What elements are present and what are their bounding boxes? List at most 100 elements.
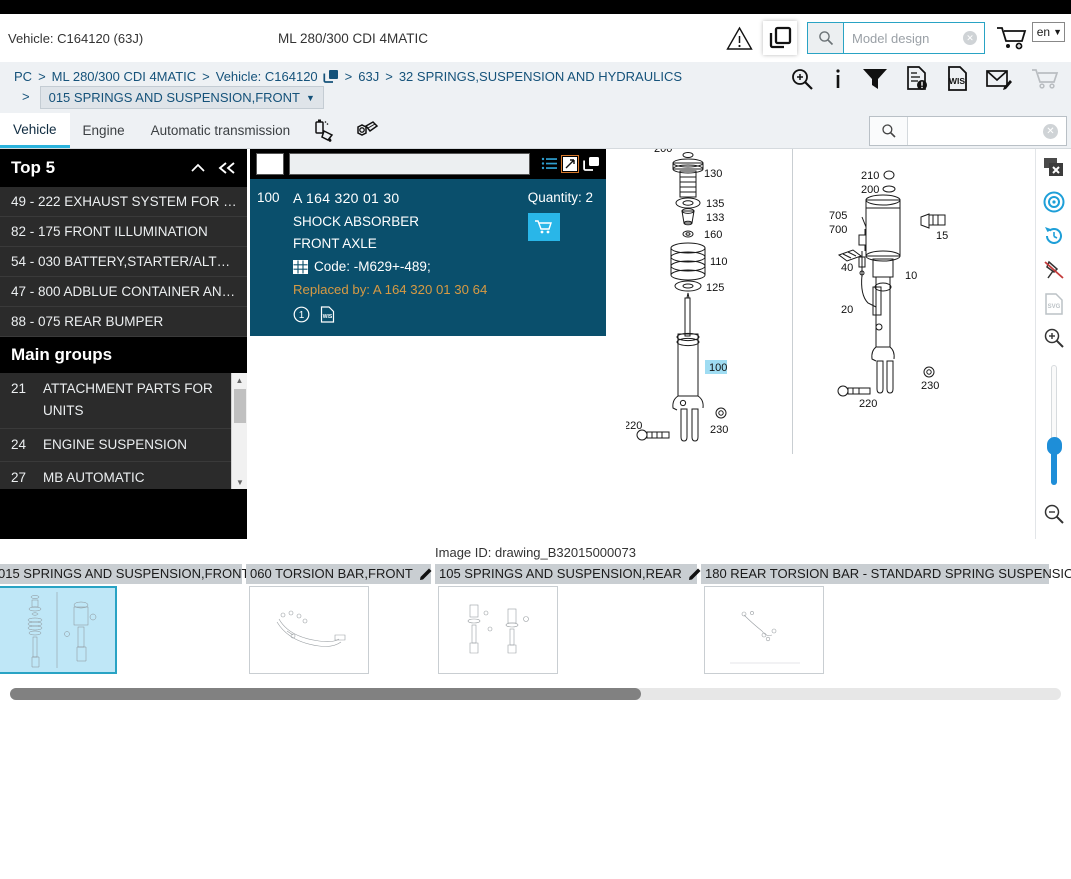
drawing-label-135: 135 [706, 198, 724, 210]
thumbnail-title-bar[interactable]: 105 SPRINGS AND SUSPENSION,REAR [435, 564, 701, 584]
thumbnail-title-bar[interactable]: 180 REAR TORSION BAR - STANDARD SPRING S… [701, 564, 1071, 584]
model-design-placeholder: Model design [852, 30, 930, 46]
list-item[interactable]: 82 - 175 FRONT ILLUMINATION [0, 217, 247, 247]
drawing-label-100: 100 [709, 362, 727, 374]
part-add-to-cart-button[interactable] [527, 213, 560, 241]
wis-document-icon[interactable]: WIS [946, 66, 968, 91]
group-number: 27 [11, 469, 27, 485]
thumbnail-image[interactable] [0, 586, 117, 674]
breadcrumb-item-4[interactable]: 32 SPRINGS,SUSPENSION AND HYDRAULICS [399, 69, 682, 84]
breadcrumb-item-3[interactable]: 63J [358, 69, 379, 84]
double-chevron-left-icon[interactable] [217, 161, 237, 175]
svg-text:SVG: SVG [1047, 304, 1060, 310]
part-detail-toolbar [250, 149, 606, 179]
thumbnail-item[interactable]: 180 REAR TORSION BAR - STANDARD SPRING S… [701, 564, 1071, 674]
clear-icon[interactable]: ✕ [963, 31, 977, 45]
wis-document-icon[interactable]: WIS [320, 306, 335, 323]
copy-icon[interactable] [763, 21, 797, 55]
thumbnail-title-bar[interactable]: 015 SPRINGS AND SUSPENSION,FRONT [0, 564, 268, 584]
edit-pencil-icon[interactable] [688, 567, 702, 581]
document-alert-icon[interactable] [906, 66, 928, 91]
unpin-icon[interactable] [1043, 259, 1065, 281]
breadcrumb-item-0[interactable]: PC [14, 69, 32, 84]
language-selector[interactable]: en ▼ [1031, 22, 1065, 42]
thumbnail-title-bar[interactable]: 060 TORSION BAR,FRONT [246, 564, 433, 584]
drawing-label-220: 220 [859, 398, 877, 410]
parts-search-input[interactable]: ✕ [908, 117, 1066, 145]
target-focus-icon[interactable] [1043, 191, 1065, 213]
language-selector-wrap: en ▼ [1031, 22, 1065, 42]
tab-automatic-transmission[interactable]: Automatic transmission [138, 113, 304, 148]
drawing-label-10: 10 [905, 270, 917, 282]
mail-edit-icon[interactable] [986, 68, 1013, 90]
detail-filter-input[interactable] [289, 153, 530, 175]
drawing-label-160: 160 [704, 229, 722, 241]
part-card-right: Quantity: 2 [527, 190, 593, 241]
zoom-out-icon[interactable] [1043, 503, 1065, 525]
list-item[interactable]: 27 MB AUTOMATIC TRANSMISSION [0, 462, 247, 489]
drawing-label-200: 200 [654, 149, 672, 155]
tab-vehicle[interactable]: Vehicle [0, 113, 70, 148]
scroll-down-arrow-icon[interactable]: ▼ [232, 475, 247, 489]
thumbnail-horizontal-scrollbar[interactable] [10, 688, 1061, 700]
search-icon[interactable] [870, 117, 908, 145]
thumbnail-item[interactable]: 060 TORSION BAR,FRONT [246, 564, 433, 674]
part-quantity: Quantity: 2 [527, 190, 593, 205]
search-icon[interactable] [808, 23, 844, 53]
thumbnail-item[interactable]: 015 SPRINGS AND SUSPENSION,FRONT [0, 564, 268, 674]
info-icon[interactable] [832, 67, 844, 91]
thumbnail-image[interactable] [704, 586, 824, 674]
drawing-label-130: 130 [704, 168, 722, 180]
thumbnail-image[interactable] [438, 586, 558, 674]
zoom-slider-knob[interactable] [1046, 437, 1062, 455]
list-item[interactable]: 24 ENGINE SUSPENSION [0, 429, 247, 462]
tab-engine[interactable]: Engine [70, 113, 138, 148]
scrollbar-thumb[interactable] [10, 688, 641, 700]
thumbnail-item[interactable]: 105 SPRINGS AND SUSPENSION,REAR [435, 564, 701, 674]
part-replaced-by[interactable]: Replaced by: A 164 320 01 30 64 [293, 282, 593, 297]
main-groups-scrollbar[interactable]: ▲ ▼ [231, 373, 247, 489]
add-to-cart-icon[interactable] [995, 24, 1029, 52]
thumbnail-image[interactable] [249, 586, 369, 674]
zoom-slider[interactable] [1046, 365, 1062, 485]
breadcrumb-item-1[interactable]: ML 280/300 CDI 4MATIC [52, 69, 197, 84]
list-item[interactable]: 49 - 222 EXHAUST SYSTEM FOR SIX-C... [0, 187, 247, 217]
duplicate-window-icon[interactable] [583, 156, 600, 172]
thumbnail-strip[interactable]: 015 SPRINGS AND SUSPENSION,FRONT 060 TOR… [0, 564, 1071, 682]
model-design-input[interactable]: Model design ✕ [844, 23, 984, 53]
list-item[interactable]: 21 ATTACHMENT PARTS FOR UNITS [0, 373, 247, 429]
table-grid-icon [293, 259, 308, 274]
breadcrumb: PC > ML 280/300 CDI 4MATIC > Vehicle: C1… [14, 66, 714, 109]
expand-icon[interactable] [561, 155, 579, 173]
main-content: Top 5 49 - 222 EXHAUST SYSTEM FOR SIX-C.… [0, 149, 1071, 539]
zoom-search-icon[interactable] [790, 67, 814, 91]
drawing-label-125: 125 [706, 282, 724, 294]
paint-spray-icon[interactable] [313, 119, 339, 143]
close-image-icon[interactable] [1042, 157, 1066, 179]
list-view-icon[interactable] [541, 156, 557, 172]
filter-icon[interactable] [862, 67, 888, 91]
bolt-nut-icon[interactable] [351, 119, 379, 143]
part-code-row: Code: -M629+-489; [293, 259, 593, 274]
list-item[interactable]: 88 - 075 REAR BUMPER [0, 307, 247, 337]
zoom-in-icon[interactable] [1043, 327, 1065, 349]
note-number-1-icon[interactable]: 1 [293, 306, 310, 323]
reset-history-icon[interactable] [1043, 225, 1065, 247]
chevron-up-icon[interactable] [189, 161, 207, 175]
warning-triangle-icon[interactable] [726, 26, 753, 51]
vehicle-copy-icon[interactable] [323, 69, 339, 84]
list-item[interactable]: 47 - 800 ADBLUE CONTAINER AND LI... [0, 277, 247, 307]
scroll-up-arrow-icon[interactable]: ▲ [232, 373, 247, 387]
breadcrumb-item-2[interactable]: Vehicle: C164120 [216, 69, 318, 84]
scrollbar-thumb[interactable] [234, 389, 246, 423]
edit-pencil-icon[interactable] [419, 567, 433, 581]
parts-search-box[interactable]: ✕ [869, 116, 1067, 146]
model-design-search[interactable]: Model design ✕ [807, 22, 985, 54]
technical-drawing-canvas[interactable]: 200 130 135 133 160 110 125 220 230 100 [606, 149, 1035, 539]
clear-icon[interactable]: ✕ [1043, 124, 1058, 139]
detail-select-box[interactable] [256, 153, 284, 175]
drawing-label-210: 210 [861, 170, 879, 182]
list-item[interactable]: 54 - 030 BATTERY,STARTER/ALTERNAT... [0, 247, 247, 277]
part-card[interactable]: 100 A 164 320 01 30 SHOCK ABSORBER FRONT… [250, 179, 606, 336]
breadcrumb-active-dropdown[interactable]: 015 SPRINGS AND SUSPENSION,FRONT ▼ [39, 86, 324, 109]
